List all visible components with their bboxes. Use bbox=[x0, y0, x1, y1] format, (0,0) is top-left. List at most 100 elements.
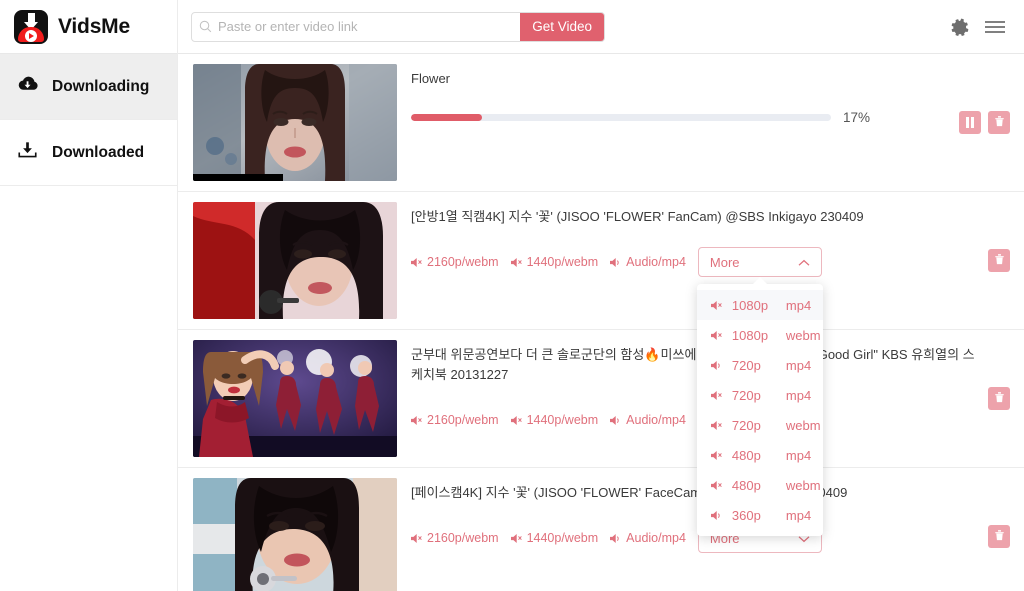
app-header: VidsMe Get Video bbox=[0, 0, 1024, 54]
dropdown-item-format: webm bbox=[785, 417, 821, 433]
video-title: [안방1열 직캠4K] 지수 '꽃' (JISOO 'FLOWER' FanCa… bbox=[411, 209, 864, 224]
dropdown-item[interactable]: 720p mp4 bbox=[697, 350, 823, 380]
dropdown-item-format: mp4 bbox=[785, 387, 812, 403]
speaker-on-icon bbox=[610, 415, 619, 425]
dropdown-item-format: webm bbox=[785, 477, 821, 493]
table-row: [페이스캠4K] 지수 '꽃' (JISOO 'FLOWER' FaceCam)… bbox=[178, 468, 1024, 591]
dropdown-item[interactable]: 480p mp4 bbox=[697, 440, 823, 470]
speaker-muted-icon bbox=[510, 257, 522, 267]
video-thumbnail[interactable] bbox=[193, 202, 397, 319]
video-title: Flower bbox=[411, 71, 451, 86]
speaker-on-icon bbox=[610, 257, 619, 267]
delete-button[interactable] bbox=[988, 249, 1010, 272]
dropdown-item[interactable]: 480p webm bbox=[697, 470, 823, 500]
row-actions bbox=[988, 249, 1010, 272]
progress-fill bbox=[411, 114, 483, 122]
sidebar-item-downloaded[interactable]: Downloaded bbox=[0, 120, 177, 186]
pause-button[interactable] bbox=[959, 111, 981, 134]
quality-option[interactable]: 2160p/webm bbox=[411, 255, 499, 269]
brand: VidsMe bbox=[0, 0, 178, 54]
delete-button[interactable] bbox=[988, 387, 1010, 410]
progress-label: 17% bbox=[843, 110, 871, 126]
dropdown-item-quality: 480p bbox=[731, 447, 761, 463]
dropdown-item-quality: 1080p bbox=[731, 297, 769, 313]
download-list[interactable]: Flower 17% [안방1열 직캠4K] 지수 '꽃' (JISOO 'FL… bbox=[178, 54, 1024, 591]
tray-download-icon bbox=[16, 140, 39, 165]
speaker-muted-icon bbox=[710, 300, 722, 310]
table-row: [안방1열 직캠4K] 지수 '꽃' (JISOO 'FLOWER' FanCa… bbox=[178, 192, 1024, 330]
sidebar-item-label: Downloaded bbox=[52, 143, 145, 161]
search-input[interactable] bbox=[218, 12, 521, 41]
quality-options: 2160p/webm 1440p/webm bbox=[411, 523, 980, 554]
dropdown-item-format: mp4 bbox=[785, 357, 812, 373]
quality-option[interactable]: 1440p/webm bbox=[510, 413, 598, 427]
gear-icon[interactable] bbox=[950, 17, 970, 37]
search-bar[interactable]: Get Video bbox=[191, 11, 605, 42]
dropdown-item-format: mp4 bbox=[785, 447, 812, 463]
quality-option[interactable]: Audio/mp4 bbox=[610, 413, 686, 427]
speaker-muted-icon bbox=[710, 450, 722, 460]
dropdown-item[interactable]: 720p webm bbox=[697, 410, 823, 440]
trash-icon bbox=[994, 115, 1005, 130]
quality-option[interactable]: 2160p/webm bbox=[411, 413, 499, 427]
delete-button[interactable] bbox=[988, 525, 1010, 548]
quality-dropdown-menu[interactable]: 1080p mp4 1080p webm 720p mp4 720p mp4 720p webm 4… bbox=[696, 277, 823, 537]
speaker-on-icon bbox=[610, 533, 619, 543]
video-thumbnail[interactable] bbox=[193, 64, 397, 181]
sidebar-item-downloading[interactable]: Downloading bbox=[0, 54, 177, 120]
quality-option[interactable]: 1440p/webm bbox=[510, 255, 598, 269]
speaker-muted-icon bbox=[411, 257, 422, 267]
quality-option[interactable]: Audio/mp4 bbox=[610, 531, 686, 545]
quality-option[interactable]: Audio/mp4 bbox=[610, 255, 686, 269]
speaker-muted-icon bbox=[411, 415, 422, 425]
speaker-muted-icon bbox=[510, 415, 522, 425]
quality-options: 2160p/webm 1440p/webm bbox=[411, 247, 980, 278]
row-content: 군부대 위문공연보다 더 큰 솔로군단의 함성🔥미쓰에이(miss A) "Ba… bbox=[397, 340, 980, 436]
dropdown-item[interactable]: 360p mp4 bbox=[697, 500, 823, 530]
speaker-on-icon bbox=[710, 360, 720, 370]
progress-area: 17% bbox=[411, 110, 951, 125]
dropdown-item-format: mp4 bbox=[785, 297, 812, 313]
speaker-muted-icon bbox=[411, 533, 422, 543]
get-video-button[interactable]: Get Video bbox=[520, 12, 604, 41]
video-title: 군부대 위문공연보다 더 큰 솔로군단의 함성🔥미쓰에이(miss A) "Ba… bbox=[411, 347, 975, 383]
hamburger-menu-icon[interactable] bbox=[984, 19, 1006, 35]
more-button[interactable]: More bbox=[697, 247, 822, 278]
more-label: More bbox=[709, 254, 740, 270]
video-title: [페이스캠4K] 지수 '꽃' (JISOO 'FLOWER' FaceCam)… bbox=[411, 485, 848, 500]
dropdown-item-quality: 720p bbox=[731, 387, 761, 403]
header-icons bbox=[950, 17, 1024, 37]
delete-button[interactable] bbox=[988, 111, 1010, 134]
video-thumbnail[interactable] bbox=[193, 478, 397, 591]
pause-icon bbox=[965, 117, 975, 128]
quality-option[interactable]: 2160p/webm bbox=[411, 531, 499, 545]
trash-icon bbox=[994, 529, 1005, 544]
speaker-muted-icon bbox=[710, 330, 722, 340]
dropdown-item-quality: 720p bbox=[731, 417, 761, 433]
dropdown-item[interactable]: 720p mp4 bbox=[697, 380, 823, 410]
video-thumbnail[interactable] bbox=[193, 340, 397, 457]
table-row: Flower 17% bbox=[178, 54, 1024, 192]
app-body: Downloading Downloaded Flower 17% [안방1열 … bbox=[0, 54, 1024, 591]
speaker-muted-icon bbox=[510, 533, 522, 543]
dropdown-item-quality: 360p bbox=[731, 507, 761, 523]
table-row: 군부대 위문공연보다 더 큰 솔로군단의 함성🔥미쓰에이(miss A) "Ba… bbox=[178, 330, 1024, 468]
dropdown-item[interactable]: 1080p webm bbox=[697, 320, 823, 350]
search-icon bbox=[192, 13, 218, 41]
chevron-up-icon bbox=[798, 255, 810, 270]
row-actions bbox=[988, 525, 1010, 548]
dropdown-item[interactable]: 1080p mp4 bbox=[696, 290, 823, 321]
row-content: Flower 17% bbox=[397, 64, 951, 125]
dropdown-item-quality: 1080p bbox=[731, 327, 769, 343]
sidebar: Downloading Downloaded bbox=[0, 54, 178, 591]
row-actions bbox=[959, 111, 1010, 134]
speaker-on-icon bbox=[710, 510, 720, 520]
quality-options: 2160p/webm 1440p/webm bbox=[411, 405, 980, 436]
trash-icon bbox=[994, 391, 1005, 406]
quality-option[interactable]: 1440p/webm bbox=[510, 531, 598, 545]
row-content: [안방1열 직캠4K] 지수 '꽃' (JISOO 'FLOWER' FanCa… bbox=[397, 202, 980, 278]
sidebar-item-label: Downloading bbox=[52, 77, 150, 95]
dropdown-item-format: mp4 bbox=[785, 507, 812, 523]
dropdown-item-quality: 480p bbox=[731, 477, 761, 493]
brand-name: VidsMe bbox=[58, 14, 130, 38]
